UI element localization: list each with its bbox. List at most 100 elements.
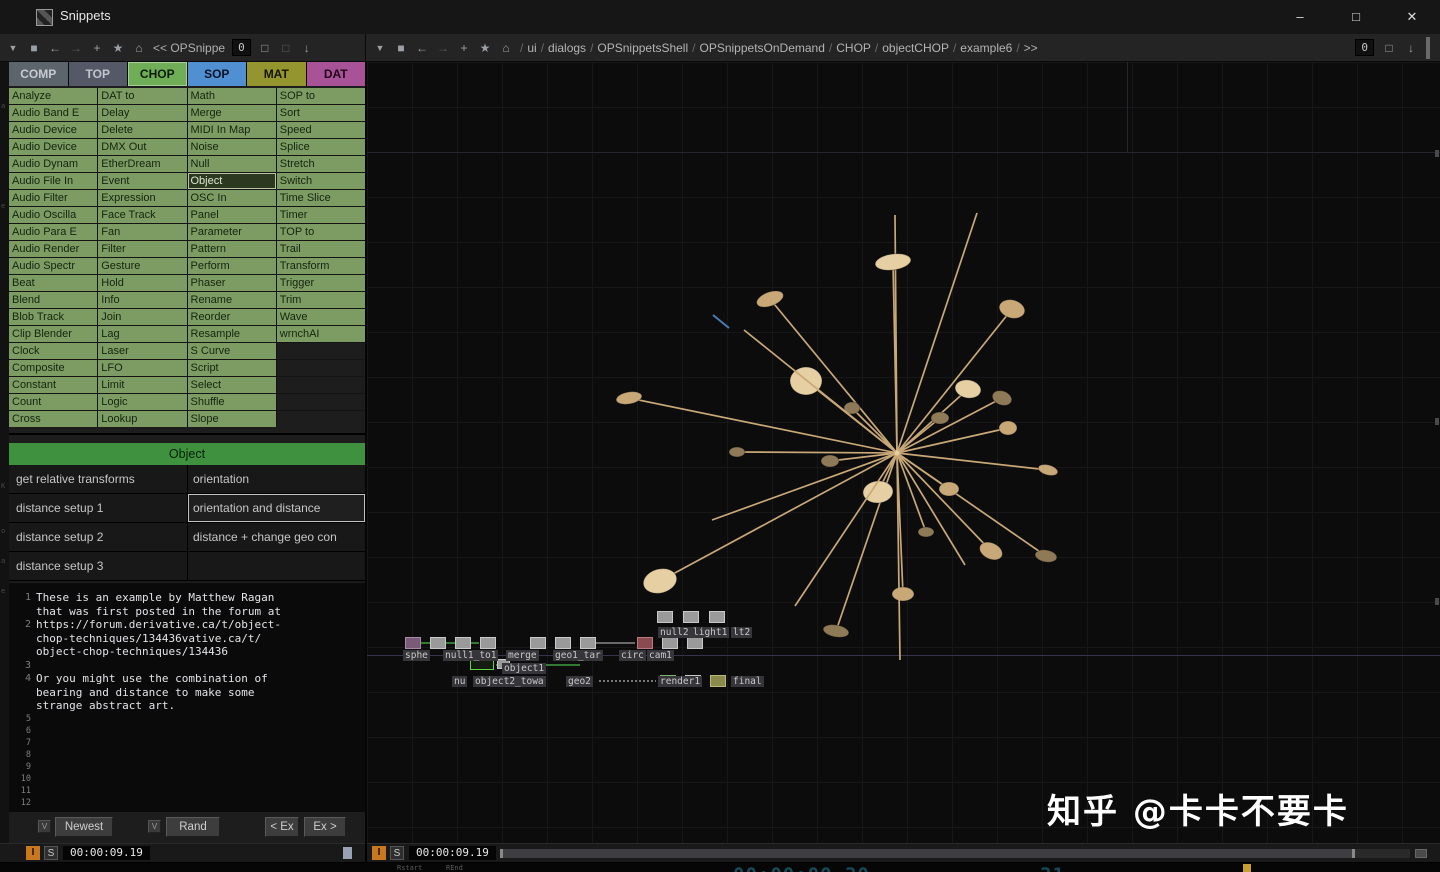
example-name[interactable]: distance setup 3 [9,552,188,580]
example-desc[interactable]: distance + change geo con [188,523,365,551]
op-math[interactable]: Math [188,88,276,104]
op-lfo[interactable]: LFO [98,360,186,376]
example-desc[interactable] [188,552,365,580]
left-count-field[interactable]: 0 [232,39,251,56]
forward-icon[interactable]: → [69,41,83,55]
example-name[interactable]: distance setup 2 [9,523,188,551]
op-audio-render[interactable]: Audio Render [9,241,97,257]
node-box[interactable] [662,637,678,649]
op-audio-oscilla[interactable]: Audio Oscilla [9,207,97,223]
dropdown-icon[interactable]: ▼ [6,43,20,53]
op-null[interactable]: Null [188,156,276,172]
next-example-button[interactable]: Ex > [304,817,346,837]
breadcrumb-ui[interactable]: ui [527,41,536,55]
op-constant[interactable]: Constant [9,377,97,393]
op-timer[interactable]: Timer [277,207,365,223]
op-slope[interactable]: Slope [188,411,276,427]
op-top-to[interactable]: TOP to [277,224,365,240]
example-name[interactable]: get relative transforms [9,465,188,493]
op-lag[interactable]: Lag [98,326,186,342]
op-analyze[interactable]: Analyze [9,88,97,104]
op-dat-to[interactable]: DAT to [98,88,186,104]
node-box[interactable] [480,637,496,649]
op-audio-device[interactable]: Audio Device [9,122,97,138]
op-limit[interactable]: Limit [98,377,186,393]
op-transform[interactable]: Transform [277,258,365,274]
node-label[interactable]: object1 [502,663,546,674]
maximize-button[interactable]: □ [1328,0,1384,34]
node-label[interactable]: cam1 [647,650,674,661]
i-toggle[interactable]: I [372,846,386,860]
stop-icon[interactable]: ■ [394,41,408,55]
node-box[interactable] [657,611,673,623]
op-shuffle[interactable]: Shuffle [188,394,276,410]
op-sort[interactable]: Sort [277,105,365,121]
right-count-field[interactable]: 0 [1355,39,1374,56]
add-icon[interactable]: + [90,41,104,55]
op-audio-file-in[interactable]: Audio File In [9,173,97,189]
op-audio-para-e[interactable]: Audio Para E [9,224,97,240]
node-label[interactable]: geo1_tar [553,650,603,661]
newest-dropdown-button[interactable]: V [38,820,51,833]
op-object[interactable]: Object [188,173,276,189]
breadcrumb-forward[interactable]: >> [1024,41,1038,55]
op-filter[interactable]: Filter [98,241,186,257]
op-rename[interactable]: Rename [188,292,276,308]
s-toggle[interactable]: S [390,846,404,860]
breadcrumb-objectchop[interactable]: objectCHOP [882,41,949,55]
breadcrumb-chop[interactable]: CHOP [836,41,871,55]
op-face-track[interactable]: Face Track [98,207,186,223]
node-label[interactable]: object2_towa [473,676,546,687]
forward-icon[interactable]: → [436,41,450,55]
node-label[interactable]: lt2 [731,627,752,638]
op-laser[interactable]: Laser [98,343,186,359]
add-icon[interactable]: + [457,41,471,55]
op-reorder[interactable]: Reorder [188,309,276,325]
op-etherdream[interactable]: EtherDream [98,156,186,172]
node-box[interactable] [580,637,596,649]
op-select[interactable]: Select [188,377,276,393]
node-label[interactable]: sphe [403,650,430,661]
close-button[interactable]: ✕ [1384,0,1440,34]
window-icon[interactable]: □ [279,41,293,55]
node-box[interactable] [687,637,703,649]
op-script[interactable]: Script [188,360,276,376]
op-merge[interactable]: Merge [188,105,276,121]
example-name[interactable]: distance setup 1 [9,494,188,522]
scrollbar-thumb[interactable] [500,849,1355,858]
tab-sop[interactable]: SOP [188,62,247,86]
description-editor[interactable]: 1These is an example by Matthew Ragantha… [9,583,365,812]
op-clip-blender[interactable]: Clip Blender [9,326,97,342]
op-trail[interactable]: Trail [277,241,365,257]
op-osc-in[interactable]: OSC In [188,190,276,206]
op-speed[interactable]: Speed [277,122,365,138]
op-audio-filter[interactable]: Audio Filter [9,190,97,206]
op-composite[interactable]: Composite [9,360,97,376]
favorite-icon[interactable]: ★ [478,41,492,55]
node-label[interactable]: null1_to1 [443,650,498,661]
op-join[interactable]: Join [98,309,186,325]
op-wave[interactable]: Wave [277,309,365,325]
breadcrumb-dialogs[interactable]: dialogs [548,41,586,55]
breadcrumb-opsnippetsondemand[interactable]: OPSnippetsOnDemand [699,41,824,55]
op-perform[interactable]: Perform [188,258,276,274]
op-delete[interactable]: Delete [98,122,186,138]
op-beat[interactable]: Beat [9,275,97,291]
favorite-icon[interactable]: ★ [111,41,125,55]
rand-dropdown-button[interactable]: V [148,820,161,833]
op-clock[interactable]: Clock [9,343,97,359]
op-trigger[interactable]: Trigger [277,275,365,291]
op-audio-device[interactable]: Audio Device [9,139,97,155]
node-label[interactable]: null2 [658,627,691,638]
window-icon[interactable]: □ [1382,41,1396,55]
node-box[interactable] [709,611,725,623]
op-sop-to[interactable]: SOP to [277,88,365,104]
s-toggle[interactable]: S [44,846,58,860]
breadcrumb-opsnippetsshell[interactable]: OPSnippetsShell [597,41,688,55]
op-pattern[interactable]: Pattern [188,241,276,257]
node-label[interactable]: render1 [658,676,702,687]
op-audio-spectr[interactable]: Audio Spectr [9,258,97,274]
op-phaser[interactable]: Phaser [188,275,276,291]
tab-top[interactable]: TOP [69,62,128,86]
op-audio-band-e[interactable]: Audio Band E [9,105,97,121]
